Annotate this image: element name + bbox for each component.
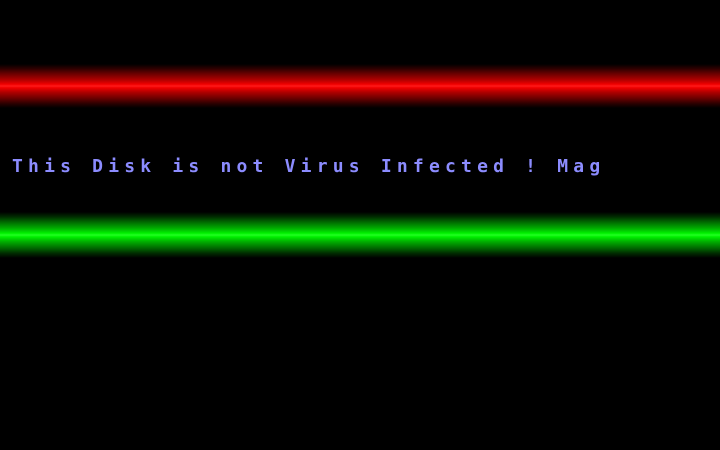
scroll-text: This Disk is not Virus Infected ! Mag [12,156,606,177]
intro-screen: This Disk is not Virus Infected ! Mag [0,0,720,450]
green-copper-bar [0,212,720,258]
red-copper-bar [0,64,720,108]
